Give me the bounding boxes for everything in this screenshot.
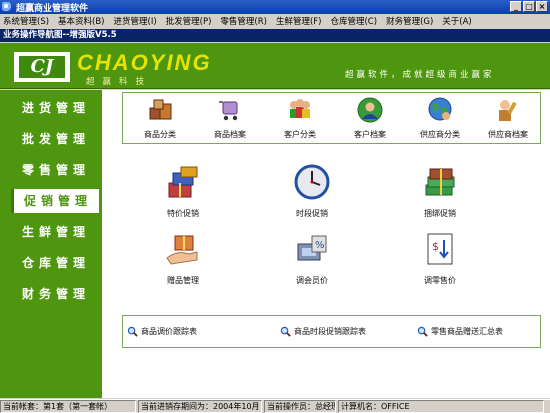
action-label: 赠品管理 <box>167 276 199 285</box>
group-icon <box>290 99 310 118</box>
menu-basic-data[interactable]: 基本资料(B) <box>58 15 104 27</box>
action-gift-management[interactable]: 赠品管理 <box>143 230 223 286</box>
shortcut-label: 客户分类 <box>284 130 316 139</box>
action-label: 捆绑促销 <box>424 209 456 218</box>
action-time-promotion[interactable]: 时段促销 <box>272 163 352 219</box>
shortcut-customer-archive[interactable]: 客户档案 <box>335 96 405 140</box>
brand-subtitle: 超赢科技 <box>86 77 153 87</box>
status-computer-name: 计算机名：OFFICE <box>338 400 544 413</box>
shortcut-supplier-category[interactable]: 供应商分类 <box>405 96 475 140</box>
action-special-price-promotion[interactable]: 特价促销 <box>143 163 223 219</box>
main-content: 商品分类 商品档案 客户分类 客户档案 供应商分类 供应商档案 特价促销 时段促… <box>102 90 550 398</box>
status-operator: 当前操作员：总经理 <box>264 400 336 413</box>
app-icon <box>2 2 12 12</box>
banner: CJ CHAOYING 超赢科技 超赢软件，成就超级商业赢家 <box>0 43 550 89</box>
sidebar-item-warehouse[interactable]: 仓库管理 <box>12 251 100 275</box>
logo-mark: CJ <box>19 56 65 78</box>
document-title-bar: 业务操作导航图--增强版V5.5 <box>0 29 550 42</box>
money-bundle-icon <box>425 168 455 196</box>
sidebar-item-wholesale[interactable]: 批发管理 <box>12 127 100 151</box>
logo: CJ <box>14 52 70 82</box>
action-label: 特价促销 <box>167 209 199 218</box>
menu-purchase[interactable]: 进货管理(I) <box>114 15 157 27</box>
magnifier-icon <box>127 326 138 337</box>
status-bar: 当前帐套：第1套（第一套帐） 当前进销存期间为：2004年10月 当前操作员：总… <box>0 399 550 413</box>
clock-icon <box>294 164 330 200</box>
action-adjust-member-price[interactable]: % 调会员价 <box>272 230 352 286</box>
brand-name: CHAOYING <box>77 50 212 75</box>
magnifier-icon <box>417 326 428 337</box>
menu-warehouse[interactable]: 仓库管理(C) <box>330 15 377 27</box>
minimize-button[interactable]: _ <box>510 1 522 12</box>
status-account-set: 当前帐套：第1套（第一套帐） <box>0 400 136 413</box>
menu-fresh[interactable]: 生鲜管理(F) <box>276 15 322 27</box>
report-label: 商品调价跟踪表 <box>141 327 197 336</box>
shortcut-panel: 商品分类 商品档案 客户分类 客户档案 供应商分类 供应商档案 <box>122 92 541 144</box>
menu-wholesale[interactable]: 批发管理(P) <box>166 15 212 27</box>
slogan: 超赢软件，成就超级商业赢家 <box>345 70 495 80</box>
magnifier-icon <box>280 326 291 337</box>
shortcut-product-category[interactable]: 商品分类 <box>125 96 195 140</box>
gift-stack-icon <box>168 166 198 198</box>
report-label: 零售商品赠送汇总表 <box>431 327 503 336</box>
svg-text:%: % <box>315 240 325 251</box>
shortcut-customer-category[interactable]: 客户分类 <box>265 96 335 140</box>
action-bundle-promotion[interactable]: 捆绑促销 <box>400 163 480 219</box>
menu-bar: 系统管理(S) 基本资料(B) 进货管理(I) 批发管理(P) 零售管理(R) … <box>0 14 550 28</box>
report-time-promotion-tracking[interactable]: 商品时段促销跟踪表 <box>280 326 366 337</box>
member-price-icon: % <box>297 235 327 261</box>
sidebar: 进货管理 批发管理 零售管理 促销管理 生鲜管理 仓库管理 财务管理 <box>0 90 102 398</box>
shortcut-label: 商品分类 <box>144 130 176 139</box>
gift-hand-icon <box>166 235 198 265</box>
svg-text:$: $ <box>432 240 439 253</box>
sidebar-item-finance[interactable]: 财务管理 <box>12 282 100 306</box>
window-controls: _ □ × <box>510 1 548 12</box>
title-bar: 超赢商业管理软件 _ □ × <box>0 0 550 14</box>
reports-panel: 商品调价跟踪表 商品时段促销跟踪表 零售商品赠送汇总表 <box>122 315 541 348</box>
action-label: 调会员价 <box>296 276 328 285</box>
retail-price-icon: $ <box>427 233 453 265</box>
sidebar-item-retail[interactable]: 零售管理 <box>12 158 100 182</box>
report-price-adjust-tracking[interactable]: 商品调价跟踪表 <box>127 326 197 337</box>
supplier-globe-icon <box>428 97 452 121</box>
sidebar-item-fresh[interactable]: 生鲜管理 <box>12 220 100 244</box>
sidebar-item-promotion[interactable]: 促销管理 <box>11 189 99 213</box>
action-label: 调零售价 <box>424 276 456 285</box>
shortcut-label: 供应商档案 <box>488 130 528 139</box>
boxes-icon <box>149 99 172 120</box>
shortcut-label: 商品档案 <box>214 130 246 139</box>
shortcut-product-archive[interactable]: 商品档案 <box>195 96 265 140</box>
cart-icon <box>219 101 238 121</box>
window-title: 超赢商业管理软件 <box>16 3 89 14</box>
menu-retail[interactable]: 零售管理(R) <box>220 15 267 27</box>
customer-icon <box>357 97 383 123</box>
action-adjust-retail-price[interactable]: $ 调零售价 <box>400 230 480 286</box>
status-period: 当前进销存期间为：2004年10月 <box>138 400 262 413</box>
shortcut-label: 供应商分类 <box>420 130 460 139</box>
report-retail-gift-summary[interactable]: 零售商品赠送汇总表 <box>417 326 503 337</box>
menu-about[interactable]: 关于(A) <box>442 15 471 27</box>
menu-system[interactable]: 系统管理(S) <box>3 15 49 27</box>
shortcut-label: 客户档案 <box>354 130 386 139</box>
menu-finance[interactable]: 财务管理(G) <box>386 15 433 27</box>
supplier-person-icon <box>499 100 517 121</box>
close-button[interactable]: × <box>536 1 548 12</box>
maximize-button[interactable]: □ <box>523 1 535 12</box>
shortcut-supplier-archive[interactable]: 供应商档案 <box>473 96 543 140</box>
sidebar-item-purchase[interactable]: 进货管理 <box>12 96 100 120</box>
report-label: 商品时段促销跟踪表 <box>294 327 366 336</box>
action-label: 时段促销 <box>296 209 328 218</box>
